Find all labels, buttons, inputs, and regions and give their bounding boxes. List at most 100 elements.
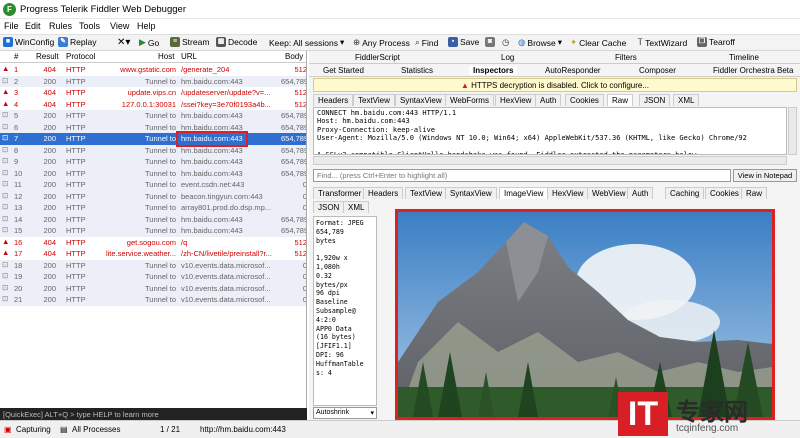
menu-edit[interactable]: Edit: [25, 21, 41, 31]
replay-button[interactable]: ✎ Replay: [58, 37, 96, 47]
menu-view[interactable]: View: [110, 21, 129, 31]
keep-sessions-dropdown[interactable]: Keep: All sessions ▾: [269, 37, 344, 48]
any-process-button[interactable]: ⊕ Any Process: [353, 37, 410, 48]
response-tab-transformer[interactable]: Transformer: [313, 187, 367, 199]
metadata-line: (16 bytes): [316, 333, 356, 342]
table-row[interactable]: ⊡ 7 200 HTTP Tunnel to hm.baidu.com:443 654,78…: [0, 133, 306, 145]
table-row[interactable]: ⊡ 15 200 HTTP Tunnel to hm.baidu.com:443 654,7…: [0, 225, 306, 237]
response-tab-syntaxview[interactable]: SyntaxView: [445, 187, 497, 199]
cell-body: 654,789: [281, 145, 307, 155]
col-body[interactable]: Body: [285, 52, 303, 61]
col-protocol[interactable]: Protocol: [66, 52, 95, 61]
request-tab-hexview[interactable]: HexView: [495, 94, 537, 106]
tab-inspectors[interactable]: Inspectors: [469, 66, 518, 75]
table-row[interactable]: ⊡ 18 200 HTTP Tunnel to v10.events.data.micro…: [0, 259, 306, 271]
response-tab-xml[interactable]: XML: [343, 201, 370, 213]
table-row[interactable]: ▲ 16 404 HTTP get.sogou.com/q 512: [0, 236, 306, 248]
tab-timeline[interactable]: Timeline: [729, 53, 759, 62]
autoshrink-dropdown[interactable]: Autoshrink ▾: [313, 407, 377, 419]
table-row[interactable]: ⊡ 5 200 HTTP Tunnel to hm.baidu.com:443 654,78…: [0, 110, 306, 122]
response-tab-cookies[interactable]: Cookies: [705, 187, 744, 199]
https-warning-bar[interactable]: ▲ HTTPS decryption is disabled. Click to…: [313, 78, 797, 92]
clear-cache-button[interactable]: ✦ Clear Cache: [570, 37, 626, 48]
table-row[interactable]: ⊡ 12 200 HTTP Tunnel to beacon.tingyun.com:44…: [0, 190, 306, 202]
find-input[interactable]: Find... (press Ctrl+Enter to highlight a…: [313, 169, 731, 182]
tab-fiddlerscript[interactable]: FiddlerScript: [355, 53, 400, 62]
process-filter[interactable]: All Processes: [72, 425, 120, 434]
request-scrollbar[interactable]: [788, 107, 797, 155]
table-row[interactable]: ⊡ 6 200 HTTP Tunnel to hm.baidu.com:443 654,78…: [0, 121, 306, 133]
request-tab-webforms[interactable]: WebForms: [445, 94, 494, 106]
cell-result: 200: [43, 214, 56, 224]
table-row[interactable]: ▲ 4 404 HTTP 127.0.0.1:30031/ssei?key=3e70f0…: [0, 98, 306, 110]
response-tab-raw[interactable]: Raw: [741, 187, 768, 199]
view-in-notepad-button[interactable]: View in Notepad: [733, 169, 797, 182]
browse-button[interactable]: ◍ Browse ▾: [518, 37, 562, 48]
tab-statistics[interactable]: Statistics: [401, 66, 433, 75]
remove-button[interactable]: ✕▾: [117, 37, 130, 48]
tab-composer[interactable]: Composer: [639, 66, 676, 75]
request-tab-auth[interactable]: Auth: [535, 94, 562, 106]
request-tab-headers[interactable]: Headers: [313, 94, 354, 106]
menu-file[interactable]: File: [4, 21, 19, 31]
go-button[interactable]: ▶ Go: [139, 37, 159, 48]
menu-help[interactable]: Help: [137, 21, 156, 31]
request-tab-syntaxview[interactable]: SyntaxView: [395, 94, 447, 106]
cell-url: beacon.tingyun.com:443: [181, 191, 263, 201]
table-row[interactable]: ⊡ 13 200 HTTP Tunnel to array801.prod.do.dsp.…: [0, 202, 306, 214]
col-url[interactable]: URL: [181, 52, 197, 61]
response-tab-caching[interactable]: Caching: [665, 187, 705, 199]
request-tab-raw[interactable]: Raw: [607, 94, 634, 106]
col-num[interactable]: #: [14, 52, 18, 61]
lock-icon: ⊡: [2, 133, 9, 142]
response-tab-hexview[interactable]: HexView: [547, 187, 589, 199]
table-row[interactable]: ⊡ 19 200 HTTP Tunnel to v10.events.data.micro…: [0, 271, 306, 283]
request-raw-text[interactable]: CONNECT hm.baidu.com:443 HTTP/1.1 Host: …: [313, 107, 787, 155]
menu-rules[interactable]: Rules: [49, 21, 72, 31]
timer-button[interactable]: ◷: [502, 37, 509, 48]
cell-host: Tunnel to: [145, 180, 176, 189]
table-row[interactable]: ⊡ 14 200 HTTP Tunnel to hm.baidu.com:443 654,7…: [0, 213, 306, 225]
request-tab-xml[interactable]: XML: [673, 94, 700, 106]
response-tab-webview[interactable]: WebView: [587, 187, 631, 199]
tab-fiddler-orchestra[interactable]: Fiddler Orchestra Beta: [713, 66, 793, 75]
table-row[interactable]: ⊡ 8 200 HTTP Tunnel to hm.baidu.com:443 654,78…: [0, 144, 307, 156]
table-row[interactable]: ▲ 1 404 HTTP www.gstatic.com/generate_204 512: [0, 64, 306, 76]
col-host[interactable]: Host: [158, 52, 174, 61]
table-row[interactable]: ▲ 3 404 HTTP update.vips.cn/updateserver/upd…: [0, 87, 306, 99]
screenshot-button[interactable]: ◙: [485, 37, 495, 47]
table-row[interactable]: ⊡ 2 200 HTTP Tunnel to hm.baidu.com:443 654,78…: [0, 75, 306, 87]
table-row[interactable]: ▲ 17 404 HTTP lite.service.weather.../zh-CN/…: [0, 248, 306, 260]
table-row[interactable]: ⊡ 11 200 HTTP Tunnel to event.csdn.net:443 0: [0, 179, 306, 191]
table-row[interactable]: ⊡ 21 200 HTTP Tunnel to v10.events.data.micro…: [0, 294, 306, 306]
tab-filters[interactable]: Filters: [615, 53, 637, 62]
textwizard-button[interactable]: Ꭲ TextWizard: [638, 37, 687, 48]
table-row[interactable]: ⊡ 9 200 HTTP Tunnel to hm.baidu.com:443 654,78…: [0, 156, 306, 168]
response-tab-imageview[interactable]: ImageView: [499, 187, 549, 199]
response-tab-json[interactable]: JSON: [313, 201, 345, 213]
tearoff-button[interactable]: ❐ Tearoff: [697, 37, 735, 47]
table-row[interactable]: ⊡ 20 200 HTTP Tunnel to v10.events.data.micro…: [0, 282, 306, 294]
response-tab-headers[interactable]: Headers: [363, 187, 404, 199]
tab-get-started[interactable]: Get Started: [323, 66, 364, 75]
request-hscrollbar[interactable]: [313, 156, 787, 165]
quickexec-input[interactable]: [QuickExec] ALT+Q > type HELP to learn m…: [0, 408, 307, 420]
decode-button[interactable]: ▦ Decode: [216, 37, 257, 47]
tab-autoresponder[interactable]: AutoResponder: [545, 66, 601, 75]
request-tab-json[interactable]: JSON: [639, 94, 671, 106]
table-row[interactable]: ⊡ 10 200 HTTP Tunnel to hm.baidu.com:443 654,7…: [0, 167, 306, 179]
request-tab-cookies[interactable]: Cookies: [565, 94, 604, 106]
tab-log[interactable]: Log: [501, 53, 514, 62]
response-tab-textview[interactable]: TextView: [405, 187, 447, 199]
request-tab-textview[interactable]: TextView: [353, 94, 395, 106]
windows-icon: ■: [3, 37, 13, 47]
find-button[interactable]: ⌕ Find: [415, 37, 438, 48]
cell-num: 16: [14, 237, 23, 247]
menu-tools[interactable]: Tools: [79, 21, 100, 31]
winconfig-button[interactable]: ■ WinConfig: [3, 37, 54, 47]
save-button[interactable]: ▪ Save: [448, 37, 479, 47]
col-result[interactable]: Result: [36, 52, 59, 61]
capturing-status[interactable]: Capturing: [16, 425, 51, 434]
response-tab-auth[interactable]: Auth: [627, 187, 654, 199]
stream-button[interactable]: ≡ Stream: [170, 37, 209, 47]
